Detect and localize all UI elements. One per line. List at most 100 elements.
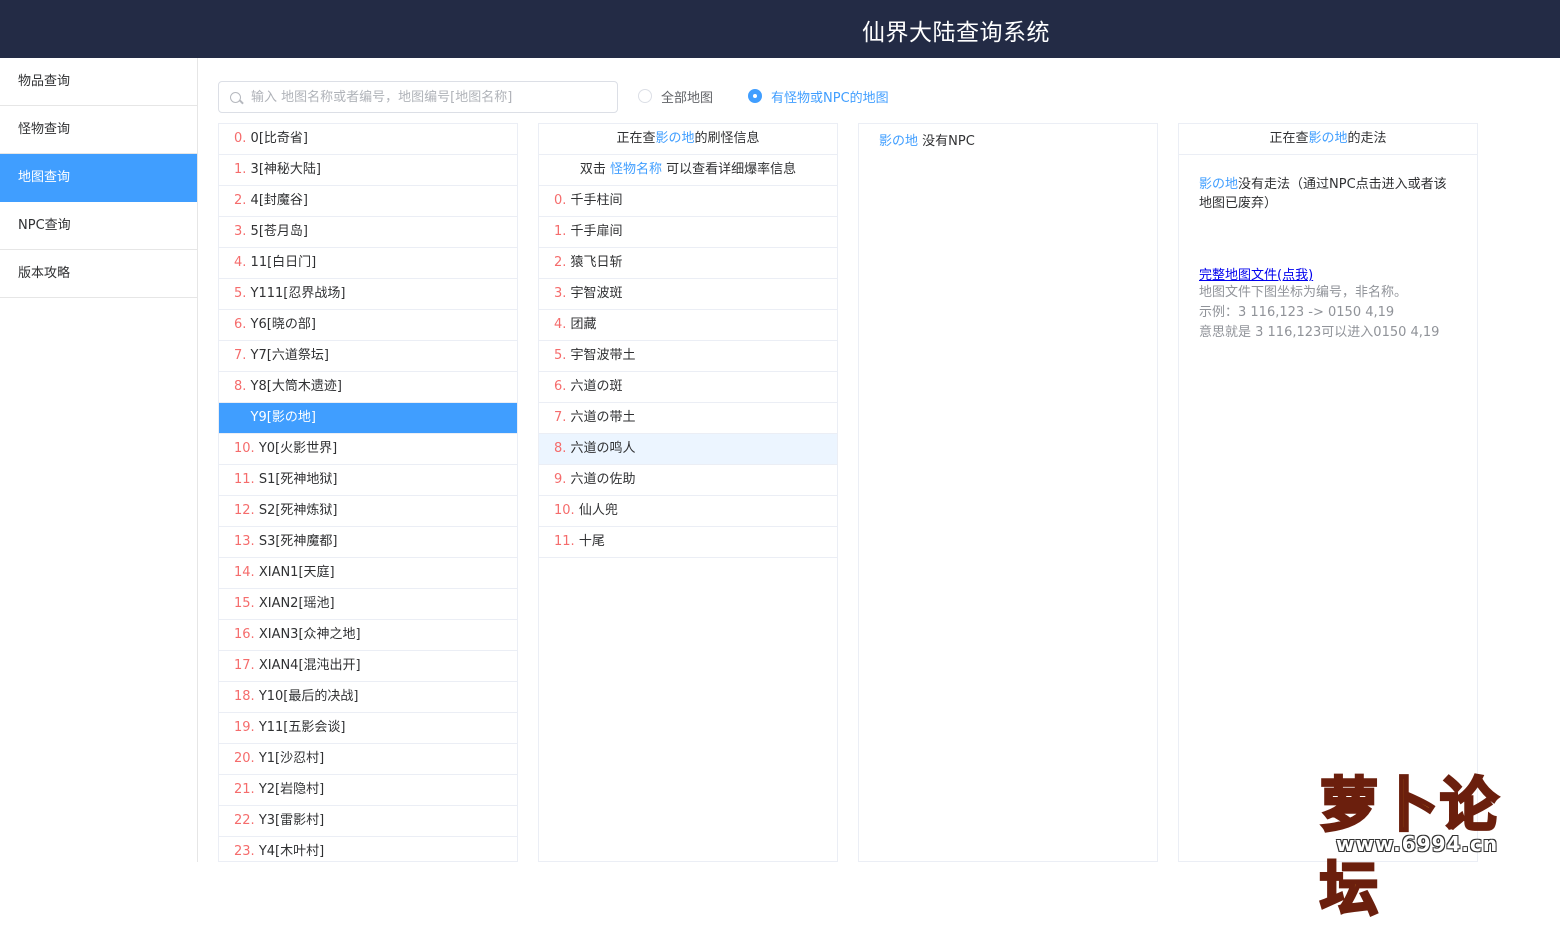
map-list-item[interactable]: 16. XIAN3[众神之地] [219,620,517,651]
map-search-input[interactable] [251,82,611,112]
monster-list-item[interactable]: 1. 千手扉间 [539,217,837,248]
map-list-item[interactable]: 1. 3[神秘大陆] [219,155,517,186]
item-number: 17. [234,658,255,673]
map-list-item[interactable]: 10. Y0[火影世界] [219,434,517,465]
route-note-line: 地图文件下图坐标为编号，非名称。 [1199,285,1408,300]
item-number: 13. [234,534,255,549]
monster-list-item[interactable]: 3. 宇智波斑 [539,279,837,310]
radio-all-maps[interactable]: 全部地图 [638,86,713,106]
item-name: S2[死神炼狱] [258,503,338,518]
map-list-item[interactable]: 15. XIAN2[瑶池] [219,589,517,620]
item-name: 宇智波斑 [570,286,623,301]
map-list-item[interactable]: 0. 0[比奇省] [219,124,517,155]
search-icon [230,92,241,103]
map-list-item[interactable]: 17. XIAN4[混沌出开] [219,651,517,682]
map-list-item[interactable]: 20. Y1[沙忍村] [219,744,517,775]
monster-list-item[interactable]: 9. 六道の佐助 [539,465,837,496]
hint-link: 怪物名称 [609,162,662,177]
radio-maps-with-monsters-or-npc[interactable]: 有怪物或NPC的地图 [748,86,889,106]
item-number: 18. [234,689,255,704]
item-number: 7. [234,348,247,363]
hint-suffix: 可以查看详细爆率信息 [666,162,797,177]
map-list-item[interactable]: 14. XIAN1[天庭] [219,558,517,589]
map-list-item[interactable]: 23. Y4[木叶村] [219,837,517,861]
monster-list: 0. 千手柱间 1. 千手扉间 2. 猿飞日斩 3. 宇智波斑 4. 团藏 5. 宇智波带… [539,186,837,558]
map-list-item[interactable]: 11. S1[死神地狱] [219,465,517,496]
header-suffix: 的刷怪信息 [694,131,760,146]
item-number: 0. [554,193,567,208]
sidebar-item[interactable]: 怪物查询 [0,106,197,154]
map-list-item[interactable]: 2. 4[封魔谷] [219,186,517,217]
map-list-item[interactable]: 9. Y9[影の地] [219,403,517,434]
item-number: 19. [234,720,255,735]
item-name: 六道の鸣人 [570,441,636,456]
monster-panel-hint: 双击 怪物名称 可以查看详细爆率信息 [539,155,837,186]
item-name: 六道の带土 [570,410,636,425]
sidebar-item[interactable]: 版本攻略 [0,250,197,298]
full-map-file-link[interactable]: 完整地图文件(点我) [1199,264,1313,283]
item-number: 11. [554,534,575,549]
map-list-item[interactable]: 19. Y11[五影会谈] [219,713,517,744]
sidebar-item[interactable]: 物品查询 [0,58,197,106]
map-list-item[interactable]: 5. Y111[忍界战场] [219,279,517,310]
item-number: 7. [554,410,567,425]
map-list-item[interactable]: 8. Y8[大筒木遗迹] [219,372,517,403]
item-name: 千手柱间 [570,193,623,208]
monster-list-item[interactable]: 5. 宇智波带土 [539,341,837,372]
item-name: 宇智波带土 [570,348,636,363]
item-name: 5[苍月岛] [250,224,308,239]
map-list-item[interactable]: 3. 5[苍月岛] [219,217,517,248]
map-list-item[interactable]: 21. Y2[岩隐村] [219,775,517,806]
item-number: 1. [234,162,247,177]
map-list-item[interactable]: 18. Y10[最后的决战] [219,682,517,713]
map-list-item[interactable]: 6. Y6[晓の部] [219,310,517,341]
item-number: 6. [234,317,247,332]
npc-map-name: 影の地 [879,134,919,149]
monster-list-item[interactable]: 11. 十尾 [539,527,837,558]
item-name: 0[比奇省] [250,131,308,146]
item-number: 1. [554,224,567,239]
route-note-line: 意思就是 3 116,123可以进入0150 4,19 [1199,325,1440,340]
item-number: 8. [234,379,247,394]
map-list-item[interactable]: 22. Y3[雷影村] [219,806,517,837]
radio-label: 全部地图 [661,90,714,106]
item-number: 6. [554,379,567,394]
npc-panel: 影の地 没有NPC [858,123,1158,862]
item-name: Y2[岩隐村] [258,782,325,797]
map-list-item[interactable]: 13. S3[死神魔都] [219,527,517,558]
item-name: 团藏 [570,317,597,332]
monster-list-item[interactable]: 6. 六道の斑 [539,372,837,403]
monster-list-item[interactable]: 4. 团藏 [539,310,837,341]
item-name: S3[死神魔都] [258,534,338,549]
monster-list-item[interactable]: 10. 仙人兜 [539,496,837,527]
item-name: Y111[忍界战场] [250,286,346,301]
radio-label: 有怪物或NPC的地图 [771,90,889,106]
sidebar-item[interactable]: NPC查询 [0,202,197,250]
monster-list-item[interactable]: 8. 六道の鸣人 [539,434,837,465]
route-message: 影の地没有走法（通过NPC点击进入或者该地图已废弃） [1199,175,1457,213]
map-list-panel: 0. 0[比奇省] 1. 3[神秘大陆] 2. 4[封魔谷] 3. 5[苍月岛] 4. … [218,123,518,862]
map-list-item[interactable]: 7. Y7[六道祭坛] [219,341,517,372]
item-name: 六道の佐助 [570,472,636,487]
item-name: 猿飞日斩 [570,255,623,270]
item-number: 3. [234,224,247,239]
sidebar: 物品查询 怪物查询 地图查询 NPC查询 版本攻略 [0,58,198,862]
item-name: XIAN1[天庭] [258,565,335,580]
item-name: Y9[影の地] [250,410,316,425]
item-number: 11. [234,472,255,487]
map-list-item[interactable]: 12. S2[死神炼狱] [219,496,517,527]
item-name: Y6[晓の部] [250,317,316,332]
monster-list-item[interactable]: 2. 猿飞日斩 [539,248,837,279]
item-number: 8. [554,441,567,456]
item-number: 10. [234,441,255,456]
hint-prefix: 双击 [579,162,606,177]
item-number: 15. [234,596,255,611]
map-search-box[interactable] [218,81,618,113]
route-map-name: 影の地 [1199,177,1239,192]
item-number: 22. [234,813,255,828]
sidebar-item[interactable]: 地图查询 [0,154,197,202]
monster-panel-header: 正在查影の地的刷怪信息 [539,124,837,155]
monster-list-item[interactable]: 7. 六道の带土 [539,403,837,434]
map-list-item[interactable]: 4. 11[白日门] [219,248,517,279]
monster-list-item[interactable]: 0. 千手柱间 [539,186,837,217]
